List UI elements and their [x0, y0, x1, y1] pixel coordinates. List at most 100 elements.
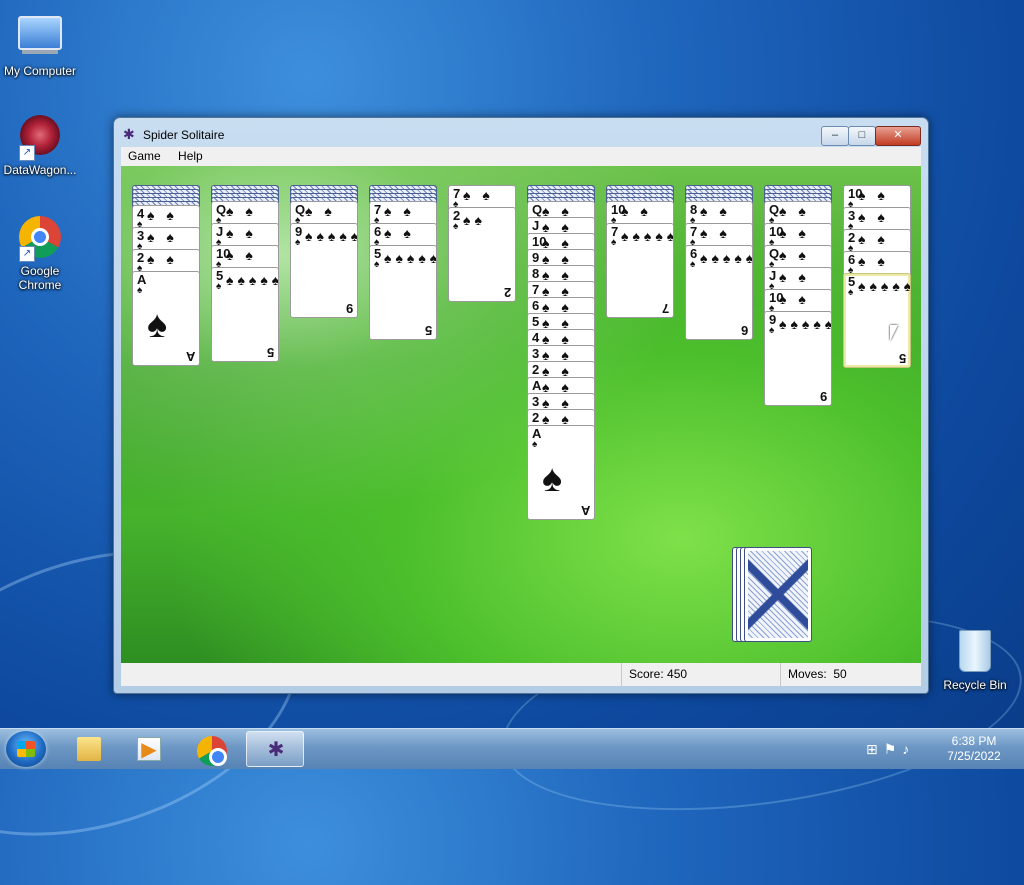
score-label: Score:: [629, 667, 664, 681]
spade-icon: ♠: [690, 259, 696, 270]
card-rank-bottom: 9: [345, 301, 353, 316]
windows-logo-icon: [17, 741, 35, 757]
spade-icon: ♠: [295, 237, 301, 248]
desktop-icon-label: DataWagon...: [3, 163, 77, 177]
card-pips: ♠ ♠: [858, 187, 889, 203]
shortcut-arrow-icon: ↗: [19, 246, 35, 262]
start-button[interactable]: [6, 731, 46, 767]
card-pips: ♠♠♠♠♠: [384, 250, 437, 266]
game-board[interactable]: 4 ♠ ♠ ♠ 3 ♠ ♠ ♠ 2 ♠ ♠ ♠ A ♠ ♠ A Q ♠ ♠ ♠ J ♠ ♠ ♠ 10 ♠ ♠ ♠ 5 ♠ ♠♠♠…: [121, 166, 921, 663]
card-pips: ♠ ♠: [779, 291, 810, 307]
card-rank-bottom: 5: [898, 351, 906, 366]
spade-icon: ♠: [769, 325, 775, 336]
media-player-icon: ▶: [137, 737, 161, 761]
spade-icon: ♠: [147, 304, 168, 346]
desktop-icon-google-chrome[interactable]: ↗ Google Chrome: [0, 214, 80, 292]
network-icon[interactable]: ⊞: [866, 741, 884, 757]
playing-card[interactable]: 9♠♠♠♠♠♠♠♠♠♠9: [764, 311, 832, 406]
playing-card[interactable]: 5 ♠ ♠♠♠♠♠ 5: [369, 245, 437, 340]
desktop-icon-recycle-bin[interactable]: Recycle Bin: [935, 628, 1015, 692]
card-pips: ♠ ♠: [621, 203, 652, 219]
playing-card[interactable]: 5 ♠ ♠♠♠♠♠ 5: [211, 267, 279, 362]
playing-card[interactable]: 5 ♠ ♠♠♠♠♠ 5: [843, 273, 911, 368]
minimize-button[interactable]: –: [821, 126, 849, 146]
menu-bar: Game Help: [121, 147, 921, 166]
card-pips: ♠ ♠: [226, 225, 257, 241]
card-pips: ♠♠♠♠♠: [226, 272, 279, 288]
card-rank-bottom: 5: [266, 345, 274, 360]
action-center-icon[interactable]: ⚑: [884, 741, 903, 757]
title-bar[interactable]: ✱ Spider Solitaire – □ ✕: [114, 118, 928, 148]
moves-value: 50: [833, 667, 847, 681]
card-rank-bottom: 2: [503, 285, 511, 300]
card-pips: ♠ ♠: [226, 247, 257, 263]
card-pips: ♠♠♠♠♠♠♠♠♠: [779, 316, 831, 332]
spade-icon: ♠: [374, 259, 380, 270]
card-pips: ♠♠♠♠♠♠: [700, 250, 752, 266]
card-pips: ♠ ♠: [384, 203, 415, 219]
card-rank-bottom: 5: [424, 323, 432, 338]
desktop-icon-my-computer[interactable]: My Computer: [0, 8, 80, 78]
folder-icon: [77, 737, 101, 761]
taskbar-explorer[interactable]: [60, 731, 118, 767]
mouse-cursor: [890, 325, 898, 341]
clock-date: 7/25/2022: [947, 749, 1001, 763]
spade-icon: ♠: [216, 281, 222, 292]
close-button[interactable]: ✕: [875, 126, 921, 146]
card-pips: ♠♠♠♠♠: [858, 278, 911, 294]
volume-icon[interactable]: ♪: [902, 741, 915, 757]
clock-time: 6:38 PM: [951, 734, 997, 748]
card-pips: ♠ ♠: [305, 203, 336, 219]
card-rank-bottom: 9: [819, 389, 827, 404]
chrome-icon: [197, 736, 227, 766]
system-tray: ⊞⚑♪: [866, 741, 915, 758]
card-pips: ♠♠: [463, 212, 486, 228]
card-pips: ♠ ♠: [858, 253, 889, 269]
card-pips: ♠ ♠: [779, 269, 810, 285]
window-title: Spider Solitaire: [143, 128, 225, 142]
playing-card[interactable]: A ♠ ♠ A: [132, 271, 200, 366]
card-pips: ♠ ♠: [858, 209, 889, 225]
playing-card[interactable]: 9♠♠♠♠♠♠♠♠♠♠9: [290, 223, 358, 318]
taskbar-media-player[interactable]: ▶: [120, 731, 178, 767]
desktop-icon-label: Google Chrome: [18, 264, 62, 292]
taskbar-spider-solitaire[interactable]: ✱: [246, 731, 304, 767]
card-pips: ♠ ♠: [226, 203, 257, 219]
status-bar: Score: 450 Moves: 50: [121, 663, 921, 686]
spade-icon: ♠: [611, 237, 617, 248]
desktop-icon-datawagon[interactable]: ↗ DataWagon...: [0, 112, 80, 177]
card-pips: ♠ ♠: [779, 203, 810, 219]
menu-help[interactable]: Help: [171, 147, 210, 166]
spider-icon: ✱: [267, 739, 285, 761]
card-rank-bottom: A: [580, 503, 590, 518]
score-display: Score: 450: [621, 663, 779, 686]
score-value: 450: [667, 667, 688, 681]
taskbar-chrome[interactable]: [183, 731, 241, 767]
desktop-icon-label: Recycle Bin: [943, 678, 1007, 692]
spade-icon: ♠: [532, 439, 538, 450]
card-rank-bottom: A: [185, 349, 195, 364]
spade-icon: ♠: [137, 285, 143, 296]
card-pips: ♠ ♠: [147, 207, 178, 223]
card-pips: ♠ ♠: [700, 203, 731, 219]
card-rank-bottom: 7: [661, 301, 669, 316]
playing-card[interactable]: 7♠♠♠♠♠♠♠♠7: [606, 223, 674, 318]
moves-display: Moves: 50: [780, 663, 918, 686]
card-pips: ♠ ♠: [700, 225, 731, 241]
stock-pile[interactable]: [744, 547, 812, 642]
desktop-icon-label: My Computer: [3, 64, 77, 78]
card-pips: ♠♠♠♠♠♠♠: [621, 228, 673, 244]
spider-solitaire-window: ✱ Spider Solitaire – □ ✕ Game Help 4 ♠ ♠ ♠…: [113, 117, 929, 694]
playing-card[interactable]: 6♠♠♠♠♠♠♠6: [685, 245, 753, 340]
playing-card[interactable]: A ♠ ♠ A: [527, 425, 595, 520]
card-pips: ♠ ♠: [858, 231, 889, 247]
playing-card[interactable]: 2 ♠ ♠♠ 2: [448, 207, 516, 302]
card-rank-bottom: 6: [740, 323, 748, 338]
menu-game[interactable]: Game: [121, 147, 168, 166]
card-pips: ♠ ♠: [384, 225, 415, 241]
shortcut-arrow-icon: ↗: [19, 145, 35, 161]
card-pips: ♠ ♠: [147, 229, 178, 245]
spade-icon: ♠: [848, 287, 854, 298]
maximize-button[interactable]: □: [848, 126, 876, 146]
clock[interactable]: 6:38 PM 7/25/2022: [940, 734, 1008, 764]
